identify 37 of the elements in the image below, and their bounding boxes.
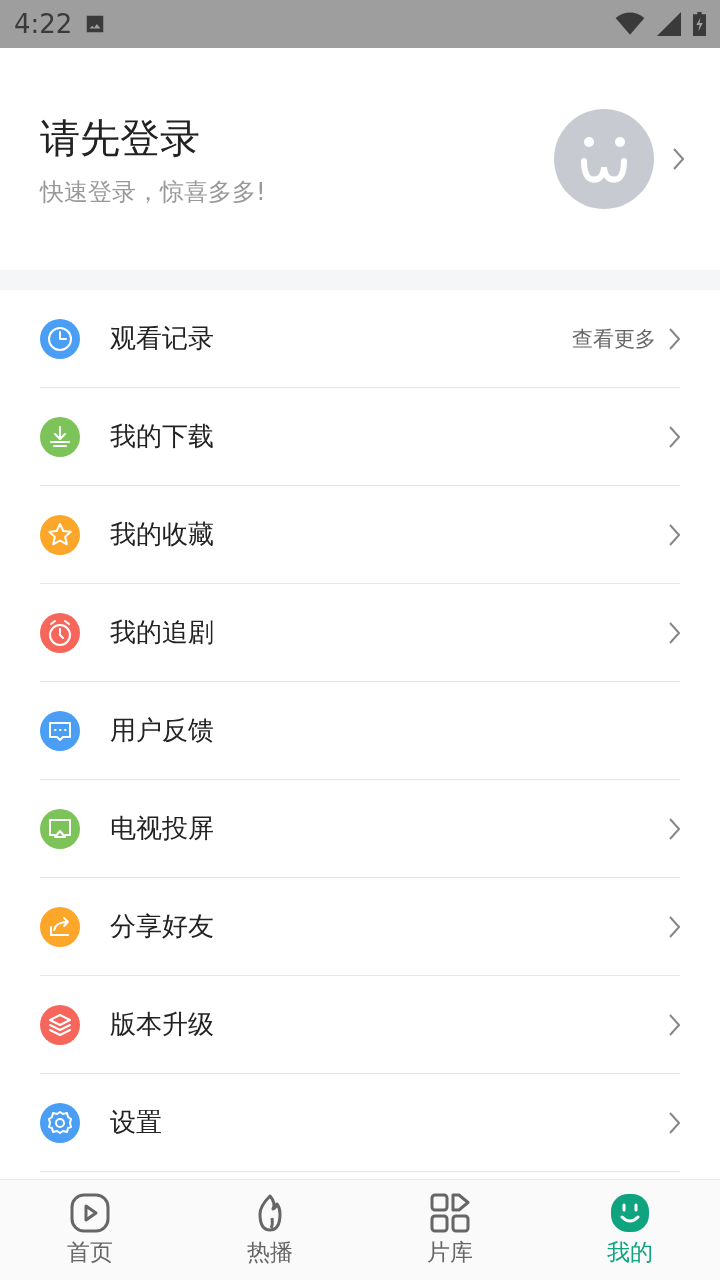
tab-label: 片库 <box>427 1237 473 1267</box>
menu-item[interactable]: 用户反馈 <box>40 682 680 780</box>
menu-label: 版本升级 <box>110 1008 215 1041</box>
grid-icon <box>430 1192 470 1233</box>
play-icon <box>70 1192 110 1233</box>
smiley-icon <box>610 1192 650 1233</box>
tab-label: 我的 <box>607 1237 653 1267</box>
tab-label: 首页 <box>67 1237 113 1267</box>
menu-item[interactable]: 我的下载 <box>40 388 680 486</box>
tab-label: 热播 <box>247 1237 293 1267</box>
menu-item[interactable]: 版本升级 <box>40 976 680 1074</box>
view-more-link[interactable]: 查看更多 <box>572 324 656 353</box>
login-title: 请先登录 <box>40 113 201 163</box>
status-time: 4:22 <box>14 9 73 39</box>
signal-icon <box>657 12 681 36</box>
nav-tab[interactable]: 片库 <box>360 1180 540 1280</box>
menu-item[interactable]: 设置 <box>40 1074 680 1172</box>
menu-item[interactable]: 我的收藏 <box>40 486 680 584</box>
menu-label: 设置 <box>110 1106 163 1139</box>
menu-label: 我的下载 <box>110 420 215 453</box>
menu-item[interactable]: 观看记录 查看更多 <box>40 290 680 388</box>
menu-item[interactable]: 分享好友 <box>40 878 680 976</box>
battery-icon <box>693 12 706 36</box>
menu-item[interactable]: 电视投屏 <box>40 780 680 878</box>
menu-item[interactable]: 我的追剧 <box>40 584 680 682</box>
nav-tab[interactable]: 热播 <box>180 1180 360 1280</box>
menu-label: 我的收藏 <box>110 518 215 551</box>
avatar-icon[interactable] <box>554 109 654 209</box>
menu-label: 用户反馈 <box>110 714 215 747</box>
menu-label: 电视投屏 <box>110 812 215 845</box>
menu-label: 我的追剧 <box>110 616 215 649</box>
nav-tab[interactable]: 首页 <box>0 1180 180 1280</box>
wifi-icon <box>615 12 645 36</box>
chevron-icon <box>672 147 684 171</box>
menu-label: 分享好友 <box>110 910 215 943</box>
menu-label: 观看记录 <box>110 322 215 355</box>
login-subtitle: 快速登录，惊喜多多! <box>40 176 267 208</box>
